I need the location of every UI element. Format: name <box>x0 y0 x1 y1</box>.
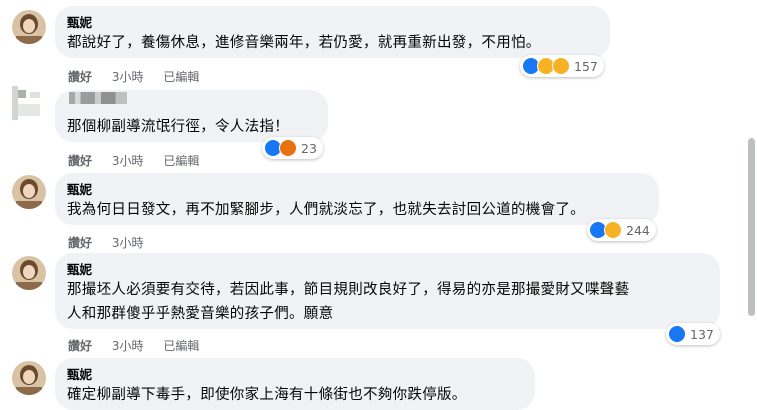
reaction-summary[interactable]: 157 <box>520 55 604 77</box>
edited-label[interactable]: 已編輯 <box>163 70 199 84</box>
reaction-count: 23 <box>301 140 317 156</box>
comment-author[interactable]: 甄妮 <box>67 364 92 383</box>
comment-time[interactable]: 3小時 <box>112 154 144 168</box>
comment-actions: 讚好 3小時 已編輯 <box>68 337 215 354</box>
angry-reaction-icon <box>279 139 297 157</box>
avatar[interactable] <box>12 256 46 290</box>
comment-time[interactable]: 3小時 <box>112 70 144 84</box>
scrollbar[interactable] <box>748 138 755 316</box>
comment-bubble: 甄妮 都說好了，養傷休息，進修音樂兩年，若仍愛，就再重新出發，不用怕。 <box>55 6 610 58</box>
like-button[interactable]: 讚好 <box>68 154 92 168</box>
avatar[interactable] <box>12 175 46 209</box>
blurred-author-name[interactable] <box>69 92 127 104</box>
avatar[interactable] <box>12 10 46 44</box>
avatar[interactable] <box>12 86 46 120</box>
like-reaction-icon <box>668 325 686 343</box>
comment-actions: 讚好 3小時 已編輯 <box>68 152 215 169</box>
edited-label[interactable]: 已編輯 <box>163 339 199 353</box>
reaction-summary[interactable]: 23 <box>262 137 323 159</box>
comment-author[interactable]: 甄妮 <box>67 259 92 278</box>
reaction-count: 244 <box>626 222 650 238</box>
comment-actions: 讚好 3小時 <box>68 234 159 251</box>
comment-bubble: 甄妮 確定柳副導下毒手，即使你家上海有十條街也不夠你跌停版。 <box>55 358 535 410</box>
comment-text-line: 那撮坯人必須要有交待，若因此事，節目規則改良好了，得易的亦是那撮愛財又喋聲藝 <box>67 282 630 298</box>
comment-author[interactable]: 甄妮 <box>67 179 92 198</box>
comment-author[interactable]: 甄妮 <box>67 12 92 31</box>
care-reaction-icon <box>552 57 570 75</box>
care-reaction-icon <box>604 221 622 239</box>
like-button[interactable]: 讚好 <box>68 339 92 353</box>
comment-bubble: 甄妮 我為何日日發文，再不加緊腳步，人們就淡忘了，也就失去討回公道的機會了。 <box>55 173 659 225</box>
comment-time[interactable]: 3小時 <box>112 236 144 250</box>
like-button[interactable]: 讚好 <box>68 236 92 250</box>
comment-text: 我為何日日發文，再不加緊腳步，人們就淡忘了，也就失去討回公道的機會了。 <box>67 202 585 218</box>
reaction-summary[interactable]: 244 <box>587 219 656 241</box>
avatar[interactable] <box>12 361 46 395</box>
comment-text: 那個柳副導流氓行徑，令人法指！ <box>67 119 289 135</box>
edited-label[interactable]: 已編輯 <box>163 154 199 168</box>
comment-actions: 讚好 3小時 已編輯 <box>68 68 215 85</box>
reaction-count: 137 <box>690 326 714 342</box>
comment-text: 都說好了，養傷休息，進修音樂兩年，若仍愛，就再重新出發，不用怕。 <box>67 35 541 51</box>
comment-text-line: 人和那群傻乎乎熱愛音樂的孩子們。願意 <box>67 306 334 322</box>
comment-bubble: 那個柳副導流氓行徑，令人法指！ <box>55 90 328 142</box>
comment-bubble: 甄妮 那撮坯人必須要有交待，若因此事，節目規則改良好了，得易的亦是那撮愛財又喋聲… <box>55 253 720 329</box>
comment-text: 確定柳副導下毒手，即使你家上海有十條街也不夠你跌停版。 <box>67 387 467 403</box>
reaction-summary[interactable]: 137 <box>666 323 720 345</box>
reaction-count: 157 <box>574 58 598 74</box>
comment-time[interactable]: 3小時 <box>112 339 144 353</box>
like-button[interactable]: 讚好 <box>68 70 92 84</box>
